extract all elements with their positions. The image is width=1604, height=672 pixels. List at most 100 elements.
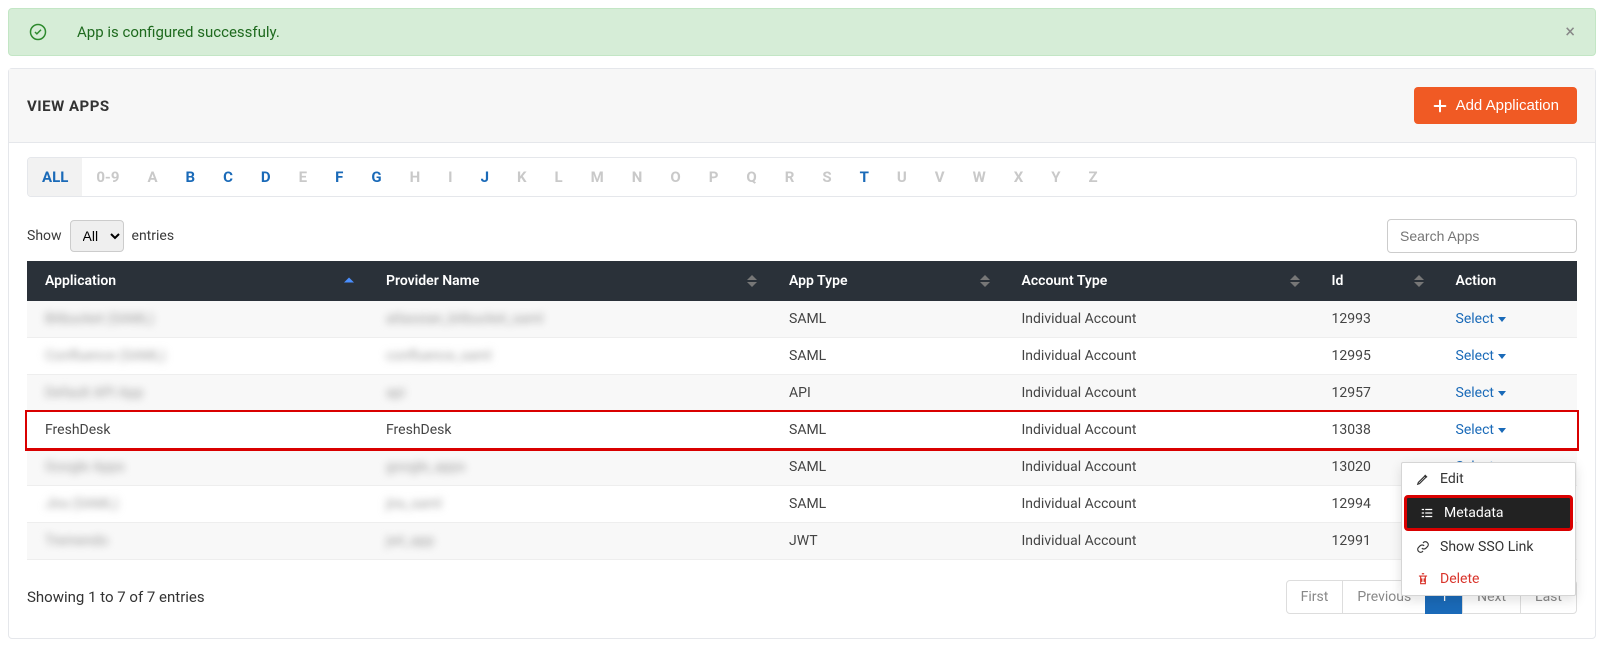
sort-icon bbox=[1290, 275, 1300, 287]
alpha-b[interactable]: B bbox=[172, 158, 210, 196]
alpha-j[interactable]: J bbox=[467, 158, 503, 196]
search-input[interactable] bbox=[1387, 219, 1577, 253]
cell-account-type: Individual Account bbox=[1004, 523, 1314, 560]
table-controls: Show All entries bbox=[27, 219, 1577, 253]
edit-icon bbox=[1416, 472, 1430, 486]
dropdown-show-sso-link[interactable]: Show SSO Link bbox=[1402, 531, 1575, 563]
caret-down-icon bbox=[1498, 391, 1506, 396]
trash-icon bbox=[1416, 572, 1430, 586]
alpha-z[interactable]: Z bbox=[1075, 158, 1112, 196]
show-entries: Show All entries bbox=[27, 220, 174, 252]
alpha-x[interactable]: X bbox=[1000, 158, 1038, 196]
card-body: ALL0-9ABCDEFGHIJKLMNOPQRSTUVWXYZ Show Al… bbox=[9, 143, 1595, 638]
cell-application: Jira (SAML) bbox=[27, 486, 368, 523]
alert-text: App is configured successfuly. bbox=[77, 23, 280, 41]
table-row: FreshDeskFreshDeskSAMLIndividual Account… bbox=[27, 412, 1577, 449]
col-provider[interactable]: Provider Name bbox=[368, 261, 771, 301]
cell-provider: api bbox=[368, 375, 771, 412]
cell-action: Select bbox=[1438, 412, 1578, 449]
alpha-m[interactable]: M bbox=[577, 158, 618, 196]
cell-provider: jwt_app bbox=[368, 523, 771, 560]
cell-account-type: Individual Account bbox=[1004, 449, 1314, 486]
alpha-d[interactable]: D bbox=[247, 158, 285, 196]
cell-account-type: Individual Account bbox=[1004, 375, 1314, 412]
alpha-u[interactable]: U bbox=[883, 158, 921, 196]
alpha-q[interactable]: Q bbox=[732, 158, 770, 196]
alpha-k[interactable]: K bbox=[503, 158, 541, 196]
caret-down-icon bbox=[1498, 354, 1506, 359]
check-circle-icon bbox=[29, 23, 47, 41]
cell-app-type: SAML bbox=[771, 301, 1004, 338]
select-dropdown-trigger[interactable]: Select bbox=[1456, 385, 1506, 401]
col-id[interactable]: Id bbox=[1314, 261, 1438, 301]
cell-app-type: SAML bbox=[771, 449, 1004, 486]
cell-provider: google_apps bbox=[368, 449, 771, 486]
caret-down-icon bbox=[1498, 428, 1506, 433]
pager-first[interactable]: First bbox=[1286, 580, 1344, 614]
alpha-filter: ALL0-9ABCDEFGHIJKLMNOPQRSTUVWXYZ bbox=[27, 157, 1577, 197]
list-icon bbox=[1420, 506, 1434, 520]
dropdown-edit[interactable]: Edit bbox=[1402, 463, 1575, 495]
alpha-n[interactable]: N bbox=[618, 158, 657, 196]
select-dropdown: Edit Metadata Show SSO Link Delete bbox=[1401, 462, 1576, 596]
entries-select[interactable]: All bbox=[70, 220, 124, 252]
cell-account-type: Individual Account bbox=[1004, 338, 1314, 375]
cell-application: FreshDesk bbox=[27, 412, 368, 449]
alpha-r[interactable]: R bbox=[771, 158, 809, 196]
cell-account-type: Individual Account bbox=[1004, 412, 1314, 449]
cell-app-type: API bbox=[771, 375, 1004, 412]
alpha-p[interactable]: P bbox=[695, 158, 733, 196]
table-row: Bitbucket (SAML)atlassian_bitbucket_saml… bbox=[27, 301, 1577, 338]
entries-info: Showing 1 to 7 of 7 entries bbox=[27, 588, 205, 606]
cell-id: 12993 bbox=[1314, 301, 1438, 338]
alpha-g[interactable]: G bbox=[357, 158, 395, 196]
alpha-l[interactable]: L bbox=[541, 158, 577, 196]
cell-id: 12957 bbox=[1314, 375, 1438, 412]
cell-application: Default API App bbox=[27, 375, 368, 412]
dropdown-metadata[interactable]: Metadata bbox=[1406, 497, 1571, 529]
cell-action: Select bbox=[1438, 301, 1578, 338]
alpha-v[interactable]: V bbox=[921, 158, 959, 196]
cell-application: Bitbucket (SAML) bbox=[27, 301, 368, 338]
table-footer: Showing 1 to 7 of 7 entries First Previo… bbox=[27, 580, 1577, 614]
cell-id: 12995 bbox=[1314, 338, 1438, 375]
col-app-type[interactable]: App Type bbox=[771, 261, 1004, 301]
cell-id: 13038 bbox=[1314, 412, 1438, 449]
alpha-all[interactable]: ALL bbox=[28, 158, 82, 196]
alpha-s[interactable]: S bbox=[808, 158, 845, 196]
alpha-f[interactable]: F bbox=[321, 158, 357, 196]
sort-icon bbox=[344, 278, 354, 285]
apps-table: Application Provider Name App Type Accou… bbox=[27, 261, 1577, 560]
alpha-e[interactable]: E bbox=[285, 158, 321, 196]
select-dropdown-trigger[interactable]: Select bbox=[1456, 348, 1506, 364]
alpha-t[interactable]: T bbox=[846, 158, 883, 196]
col-action: Action bbox=[1438, 261, 1578, 301]
cell-app-type: SAML bbox=[771, 412, 1004, 449]
alpha-0-9[interactable]: 0-9 bbox=[82, 158, 133, 196]
close-icon[interactable]: × bbox=[1565, 22, 1575, 43]
cell-application: Tremendo bbox=[27, 523, 368, 560]
select-dropdown-trigger[interactable]: Select bbox=[1456, 311, 1506, 327]
dropdown-delete[interactable]: Delete bbox=[1402, 563, 1575, 595]
cell-app-type: SAML bbox=[771, 486, 1004, 523]
add-application-button[interactable]: Add Application bbox=[1414, 87, 1577, 124]
select-dropdown-trigger[interactable]: Select bbox=[1456, 422, 1506, 438]
cell-action: Select bbox=[1438, 338, 1578, 375]
alpha-i[interactable]: I bbox=[434, 158, 466, 196]
alpha-o[interactable]: O bbox=[656, 158, 694, 196]
add-application-label: Add Application bbox=[1456, 97, 1559, 114]
cell-account-type: Individual Account bbox=[1004, 486, 1314, 523]
cell-app-type: SAML bbox=[771, 338, 1004, 375]
alpha-y[interactable]: Y bbox=[1037, 158, 1074, 196]
table-row: Tremendojwt_appJWTIndividual Account1299… bbox=[27, 523, 1577, 560]
col-account-type[interactable]: Account Type bbox=[1004, 261, 1314, 301]
alpha-c[interactable]: C bbox=[209, 158, 247, 196]
alpha-h[interactable]: H bbox=[396, 158, 435, 196]
table-row: Jira (SAML)jira_samlSAMLIndividual Accou… bbox=[27, 486, 1577, 523]
sort-icon bbox=[747, 275, 757, 287]
cell-app-type: JWT bbox=[771, 523, 1004, 560]
alpha-a[interactable]: A bbox=[133, 158, 171, 196]
col-application[interactable]: Application bbox=[27, 261, 368, 301]
cell-application: Google Apps bbox=[27, 449, 368, 486]
alpha-w[interactable]: W bbox=[959, 158, 1000, 196]
